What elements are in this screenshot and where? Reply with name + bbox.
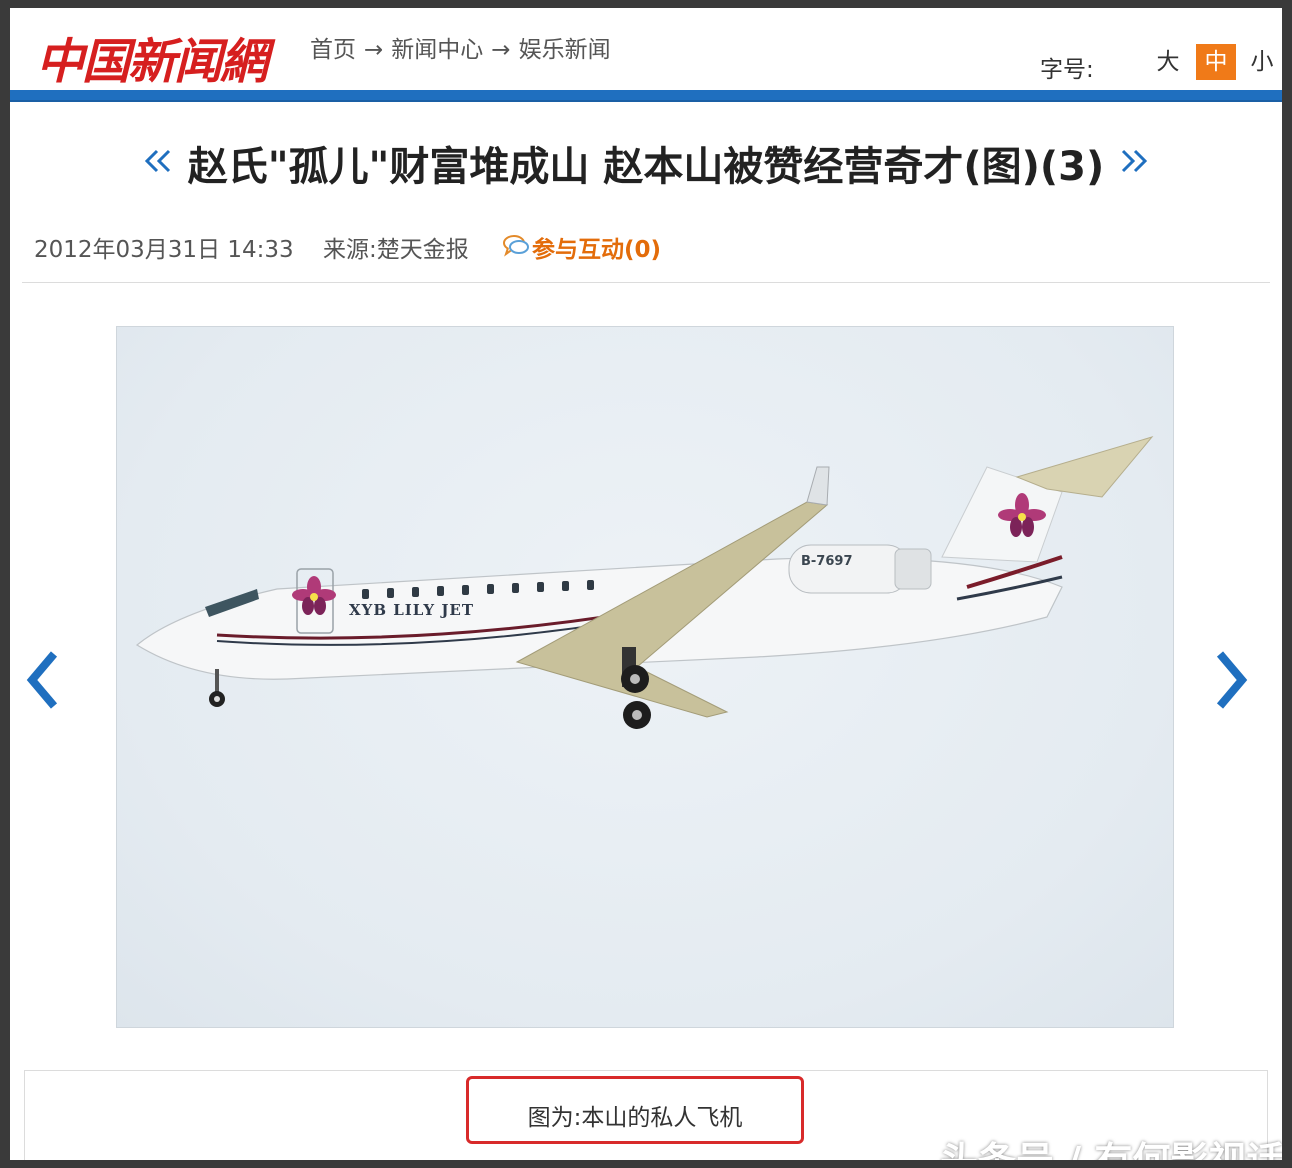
watermark: 头条号 / 有何影视话 [940,1130,1282,1160]
font-size-large-button[interactable]: 大 [1148,44,1188,80]
page-frame: 中国新闻網 首页 → 新闻中心 → 娱乐新闻 字号: 大 中 小 赵氏"孤儿"财富堆成山… [10,8,1282,1160]
double-chevron-right-icon[interactable] [1119,148,1149,178]
interact-label: 参与互动(0) [532,237,662,263]
site-logo[interactable]: 中国新闻網 [36,22,268,92]
header-divider-bar [10,90,1282,102]
breadcrumb-news-center[interactable]: 新闻中心 [391,37,483,63]
breadcrumb-separator: → [491,37,511,63]
source-name: 楚天金报 [376,237,469,263]
article-photo: XYB LILY JET B-7697 [116,326,1174,1028]
title-row: 赵氏"孤儿"财富堆成山 赵本山被赞经营奇才(图)(3) [10,134,1282,194]
chevron-left-icon[interactable] [24,648,64,712]
source-label: 来源: [322,237,377,263]
double-chevron-left-icon[interactable] [143,148,173,178]
breadcrumb: 首页 → 新闻中心 → 娱乐新闻 [310,30,611,64]
breadcrumb-home[interactable]: 首页 [310,37,356,63]
registration-text: B-7697 [801,554,853,569]
meta-divider [22,282,1270,283]
font-size-label: 字号: [1040,57,1094,83]
publish-date: 2012年03月31日 14:33 [34,237,294,263]
font-size-medium-button[interactable]: 中 [1196,44,1236,80]
airplane-illustration: XYB LILY JET B-7697 [135,436,1154,729]
breadcrumb-entertainment[interactable]: 娱乐新闻 [519,37,611,63]
chevron-right-icon[interactable] [1210,648,1250,712]
article-title: 赵氏"孤儿"财富堆成山 赵本山被赞经营奇才(图)(3) [187,144,1105,190]
speech-bubble-icon [502,233,530,265]
breadcrumb-separator: → [364,37,384,63]
interact-link[interactable]: 参与互动(0) [502,235,662,263]
photo-caption: 图为:本山的私人飞机 [527,1105,743,1131]
article-meta: 2012年03月31日 14:33 来源:楚天金报 参与互动(0) [34,230,661,264]
livery-text: XYB LILY JET [349,601,474,619]
font-size-small-button[interactable]: 小 [1242,44,1282,80]
site-header: 中国新闻網 首页 → 新闻中心 → 娱乐新闻 字号: 大 中 小 [10,8,1282,90]
